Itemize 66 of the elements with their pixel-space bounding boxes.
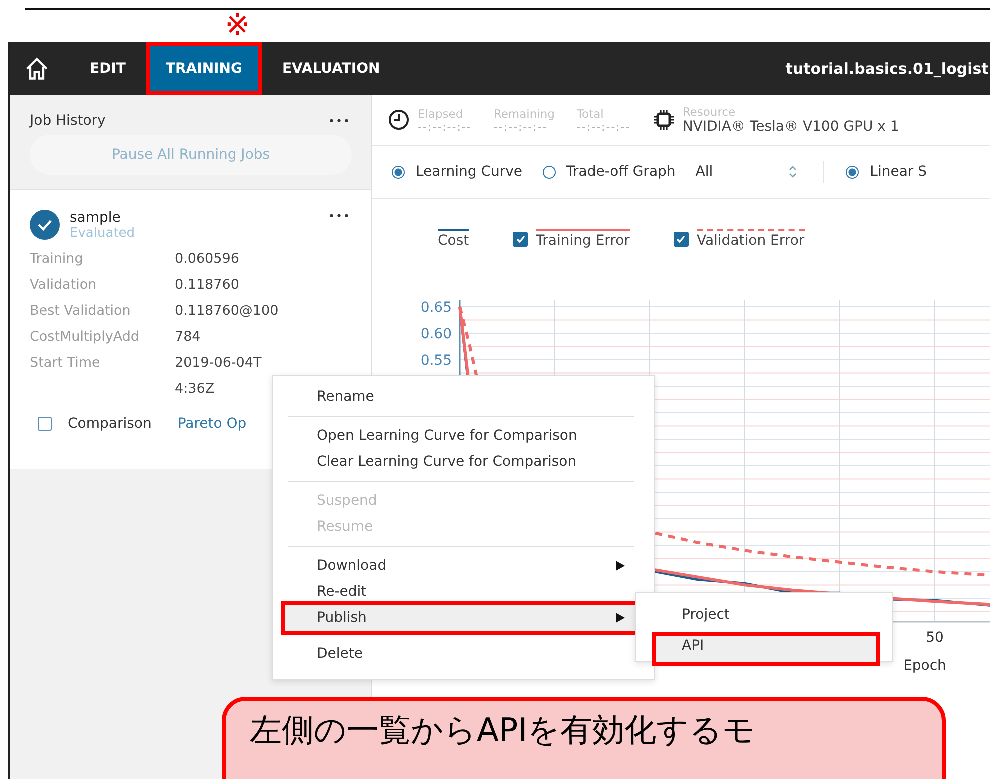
field-label: Training <box>30 250 84 269</box>
info-value: --:--:--:-- <box>494 120 549 134</box>
menu-item[interactable]: API <box>656 636 876 662</box>
info-value: NVIDIA® Tesla® V100 GPU x 1 <box>682 119 900 135</box>
info-label: Resource <box>682 105 737 119</box>
legend-label: Cost <box>438 229 470 249</box>
check-circle-icon <box>30 210 60 240</box>
project-title: tutorial.basics.01_logisti <box>786 60 990 78</box>
radio-button[interactable] <box>392 166 405 178</box>
menu-item[interactable]: Project <box>656 605 876 631</box>
menu-item[interactable]: Download <box>285 553 637 579</box>
radio-button[interactable] <box>542 166 556 178</box>
menu-item[interactable]: Open Learning Curve for Comparison <box>285 423 637 449</box>
legend-label: Validation Error <box>696 229 805 249</box>
checkbox-label: Comparison <box>68 416 152 432</box>
home-icon[interactable] <box>24 56 50 82</box>
field-value: 0.118760 <box>175 276 240 295</box>
job-menu-button[interactable]: ••• <box>328 210 351 223</box>
radio-button[interactable] <box>846 166 860 178</box>
radio-label: Learning Curve <box>416 164 523 180</box>
checkmark-icon <box>675 233 688 245</box>
chip-icon <box>652 109 675 131</box>
pareto-link[interactable]: Pareto Op <box>178 416 247 432</box>
field-value: 4:36Z <box>175 380 215 399</box>
y-tick-label: 0.55 <box>420 353 452 369</box>
nav-tab[interactable]: EVALUATION <box>262 42 400 95</box>
field-label: Validation <box>30 276 98 295</box>
clock-icon <box>388 109 410 131</box>
nav-tab[interactable]: TRAINING <box>146 42 262 95</box>
field-label: Best Validation <box>30 302 132 321</box>
field-label: Start Time <box>30 354 102 373</box>
legend-checkbox[interactable] <box>513 232 528 246</box>
annotation-mark: ※ <box>225 10 250 42</box>
y-tick-label: 0.65 <box>420 300 452 316</box>
info-value: --:--:--:-- <box>418 120 472 134</box>
radio-label: Linear S <box>870 164 927 180</box>
field-value: 0.060596 <box>175 250 240 269</box>
x-tick-label: 50 <box>926 630 944 646</box>
field-value: 0.118760@100 <box>175 302 279 321</box>
checkmark-icon <box>514 233 527 245</box>
info-label: Elapsed <box>418 106 464 120</box>
field-value: 2019-06-04T <box>175 354 262 373</box>
range-select[interactable]: All <box>696 164 816 180</box>
info-value: --:--:--:-- <box>576 120 631 134</box>
job-name: sample <box>70 210 122 226</box>
field-value: 784 <box>175 328 201 347</box>
nav-tab[interactable]: EDIT <box>70 42 146 95</box>
comparison-checkbox[interactable] <box>38 417 52 431</box>
more-button[interactable]: ••• <box>328 114 351 128</box>
x-axis-title: Epoch <box>904 658 946 674</box>
y-tick-label: 0.60 <box>420 326 452 342</box>
menu-item[interactable]: Clear Learning Curve for Comparison <box>285 449 637 475</box>
menu-item[interactable]: Publish <box>285 605 637 631</box>
menu-item[interactable]: Rename <box>285 384 637 410</box>
legend-label: Training Error <box>536 229 630 249</box>
info-label: Total <box>576 106 605 120</box>
panel-title: Job History <box>30 113 106 129</box>
menu-item[interactable]: Re-edit <box>285 579 637 605</box>
callout-note: 左側の一覧からAPIを有効化するモ <box>222 697 946 779</box>
info-label: Remaining <box>494 106 555 120</box>
radio-label: Trade-off Graph <box>566 164 676 180</box>
job-status: Evaluated <box>70 226 136 241</box>
menu-item[interactable]: Delete <box>285 641 637 667</box>
legend-checkbox[interactable] <box>674 232 689 246</box>
updown-icon <box>789 165 798 179</box>
field-label: CostMultiplyAdd <box>30 328 140 347</box>
